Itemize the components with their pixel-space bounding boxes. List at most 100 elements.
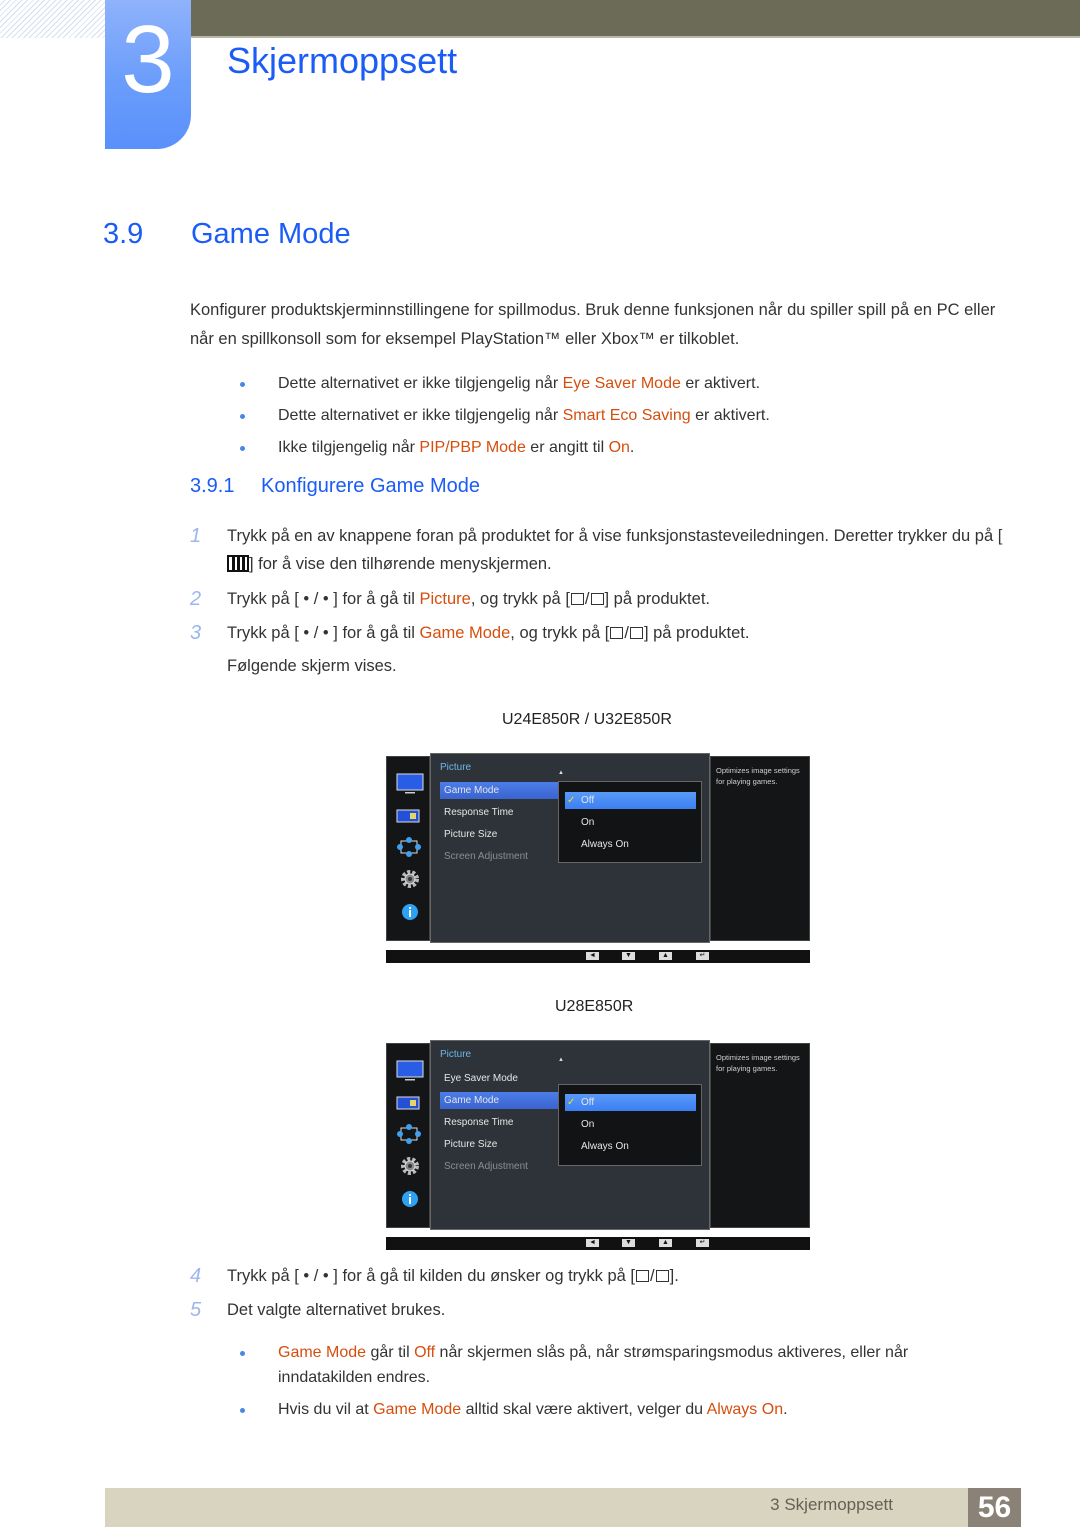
size-position-icon <box>396 1122 422 1151</box>
down-button-icon[interactable]: ▼ <box>622 1239 635 1247</box>
up-button-icon[interactable]: ▲ <box>659 1239 672 1247</box>
chapter-number: 3 <box>121 6 175 113</box>
check-icon: ✓ <box>567 795 576 806</box>
section-number: 3.9 <box>103 218 144 250</box>
highlight: Always On <box>706 1401 784 1418</box>
bullet-icon <box>240 1408 245 1413</box>
note-item: Dette alternativet er ikke tilgjengelig … <box>240 400 770 432</box>
scroll-up-icon: ▲ <box>558 1057 564 1063</box>
section-title: Game Mode <box>191 218 351 250</box>
note-item: Ikke tilgjengelig når PIP/PBP Mode er an… <box>240 432 770 464</box>
highlight: Eye Saver Mode <box>562 375 681 392</box>
enter-icon <box>590 593 604 605</box>
left-button-icon[interactable]: ◄ <box>586 952 599 960</box>
size-position-icon <box>396 835 422 864</box>
page-footer: 3 Skjermoppsett 56 <box>105 1488 1021 1527</box>
osd-option[interactable]: Always On <box>565 836 696 853</box>
osd-icon-column <box>386 1043 430 1228</box>
down-button-icon[interactable]: ▼ <box>622 952 635 960</box>
step-4: 4 Trykk på [ • / • ] for å gå til kilden… <box>190 1262 1010 1290</box>
step-number: 4 <box>190 1265 202 1287</box>
bullet-icon <box>240 382 245 387</box>
osd-button-bar: ◄ ▼ ▲ ↵ <box>386 1237 810 1250</box>
osd-option-popup: ✓ Off On Always On <box>558 1084 702 1166</box>
information-icon <box>401 1190 419 1213</box>
model-label: U24E850R / U32E850R <box>502 711 672 728</box>
step-5: 5 Det valgte alternativet brukes. <box>190 1296 1010 1324</box>
osd-icon-column <box>386 756 430 941</box>
menu-button-icon <box>227 555 249 572</box>
subsection-number: 3.9.1 <box>190 475 235 497</box>
osd-menu-item[interactable]: Response Time <box>440 804 558 821</box>
highlight: Smart Eco Saving <box>562 407 691 424</box>
osd-description-panel: Optimizes image settings for playing gam… <box>710 1043 810 1228</box>
bullet-icon <box>240 414 245 419</box>
osd-option-popup: ✓ Off On Always On <box>558 781 702 863</box>
enter-icon <box>655 1270 669 1282</box>
information-icon <box>401 903 419 926</box>
enter-button-icon[interactable]: ↵ <box>696 952 709 960</box>
osd-screen: Picture ▲ Game Mode Response Time Pictur… <box>386 753 810 966</box>
osd-menu-panel: Picture ▲ Game Mode Response Time Pictur… <box>430 753 710 943</box>
scroll-up-icon: ▲ <box>558 770 564 776</box>
check-icon: ✓ <box>567 1097 576 1108</box>
step-number: 3 <box>190 622 202 644</box>
osd-menu-item[interactable]: Picture Size <box>440 826 558 843</box>
enter-button-icon[interactable]: ↵ <box>696 1239 709 1247</box>
intro-paragraph: Konfigurer produktskjerminnstillingene f… <box>190 301 996 348</box>
osd-menu-item[interactable]: Screen Adjustment <box>440 1158 558 1175</box>
osd-menu-item[interactable]: Response Time <box>440 1114 558 1131</box>
highlight: PIP/PBP Mode <box>419 439 526 456</box>
final-notes-list: Game Mode går til Off når skjermen slås … <box>240 1340 960 1429</box>
osd-option[interactable]: On <box>565 1116 696 1133</box>
chapter-title: Skjermoppsett <box>227 40 458 81</box>
left-button-icon[interactable]: ◄ <box>586 1239 599 1247</box>
highlight: Game Mode <box>278 1344 367 1361</box>
chapter-badge: 3 <box>105 0 191 149</box>
step-3: 3 Trykk på [ • / • ] for å gå til Game M… <box>190 619 1010 680</box>
osd-option[interactable]: ✓ Off <box>565 1094 696 1111</box>
step-number: 2 <box>190 588 202 610</box>
osd-menu-item[interactable]: Picture Size <box>440 1136 558 1153</box>
highlight: Game Mode <box>373 1401 462 1418</box>
step-1: 1 Trykk på en av knappene foran på produ… <box>190 522 1010 578</box>
osd-option[interactable]: ✓ Off <box>565 792 696 809</box>
osd-description: Optimizes image settings for playing gam… <box>716 1053 800 1073</box>
osd-description: Optimizes image settings for playing gam… <box>716 766 800 786</box>
highlight: Picture <box>419 590 471 608</box>
header-hatch-decoration <box>0 0 105 38</box>
header-bar <box>190 0 1080 38</box>
osd-button-bar: ◄ ▼ ▲ ↵ <box>386 950 810 963</box>
osd-option[interactable]: Always On <box>565 1138 696 1155</box>
bullet-icon <box>240 1351 245 1356</box>
enter-icon <box>629 627 643 639</box>
color-icon <box>396 1096 420 1115</box>
footer-chapter-label: 3 Skjermoppsett <box>770 1495 893 1514</box>
up-button-icon[interactable]: ▲ <box>659 952 672 960</box>
osd-description-panel: Optimizes image settings for playing gam… <box>710 756 810 941</box>
model-label: U28E850R <box>555 998 634 1015</box>
osd-menu-item[interactable]: Game Mode <box>440 782 558 799</box>
osd-menu-title: Picture <box>440 762 472 773</box>
subsection-title: Konfigurere Game Mode <box>261 475 481 497</box>
setup-gear-icon <box>400 869 420 894</box>
color-icon <box>396 809 420 828</box>
osd-menu-item[interactable]: Eye Saver Mode <box>440 1070 558 1087</box>
osd-option[interactable]: On <box>565 814 696 831</box>
source-icon <box>570 593 584 605</box>
setup-gear-icon <box>400 1156 420 1181</box>
bullet-icon <box>240 446 245 451</box>
osd-menu-item[interactable]: Screen Adjustment <box>440 848 558 865</box>
note-item: Dette alternativet er ikke tilgjengelig … <box>240 368 770 400</box>
note-item: Hvis du vil at Game Mode alltid skal vær… <box>240 1397 960 1422</box>
highlight: On <box>608 439 630 456</box>
osd-menu-item[interactable]: Game Mode <box>440 1092 558 1109</box>
highlight: Off <box>414 1344 436 1361</box>
note-item: Game Mode går til Off når skjermen slås … <box>240 1340 960 1390</box>
step-extra: Følgende skjerm vises. <box>227 657 397 675</box>
notes-list: Dette alternativet er ikke tilgjengelig … <box>240 368 770 464</box>
osd-menu-title: Picture <box>440 1049 472 1060</box>
step-number: 5 <box>190 1299 202 1321</box>
osd-screen: Picture ▲ Eye Saver Mode Game Mode Respo… <box>386 1040 810 1253</box>
source-icon <box>610 627 624 639</box>
